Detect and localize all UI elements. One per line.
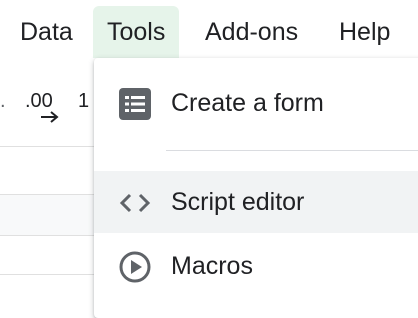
- menu-help[interactable]: Help: [339, 6, 390, 58]
- form-icon: [119, 88, 151, 120]
- menu-item-script-editor[interactable]: Script editor: [94, 171, 418, 233]
- menu-data[interactable]: Data: [20, 6, 73, 58]
- menu-item-label: Script editor: [171, 188, 305, 216]
- play-circle-icon: [119, 251, 151, 283]
- toolbar-fragment: .: [0, 90, 6, 112]
- menu-separator: [166, 150, 418, 151]
- menu-item-label: Macros: [171, 252, 253, 280]
- code-brackets-icon: [119, 193, 151, 213]
- toolbar-number-format[interactable]: 1: [78, 90, 89, 113]
- menu-item-create-form[interactable]: Create a form: [94, 72, 418, 134]
- menu-item-label: Create a form: [171, 89, 324, 117]
- tools-menu-dropdown: Create a form Script editor Macros: [94, 58, 418, 318]
- menu-tools[interactable]: Tools: [93, 6, 180, 58]
- menu-add-ons[interactable]: Add-ons: [205, 6, 298, 58]
- menu-item-macros[interactable]: Macros: [94, 235, 418, 297]
- menu-bar: Data Tools Add-ons Help: [0, 0, 418, 62]
- arrow-right-icon: [41, 111, 59, 123]
- sheet-row: [0, 234, 100, 275]
- sheet-row-band: [0, 194, 100, 236]
